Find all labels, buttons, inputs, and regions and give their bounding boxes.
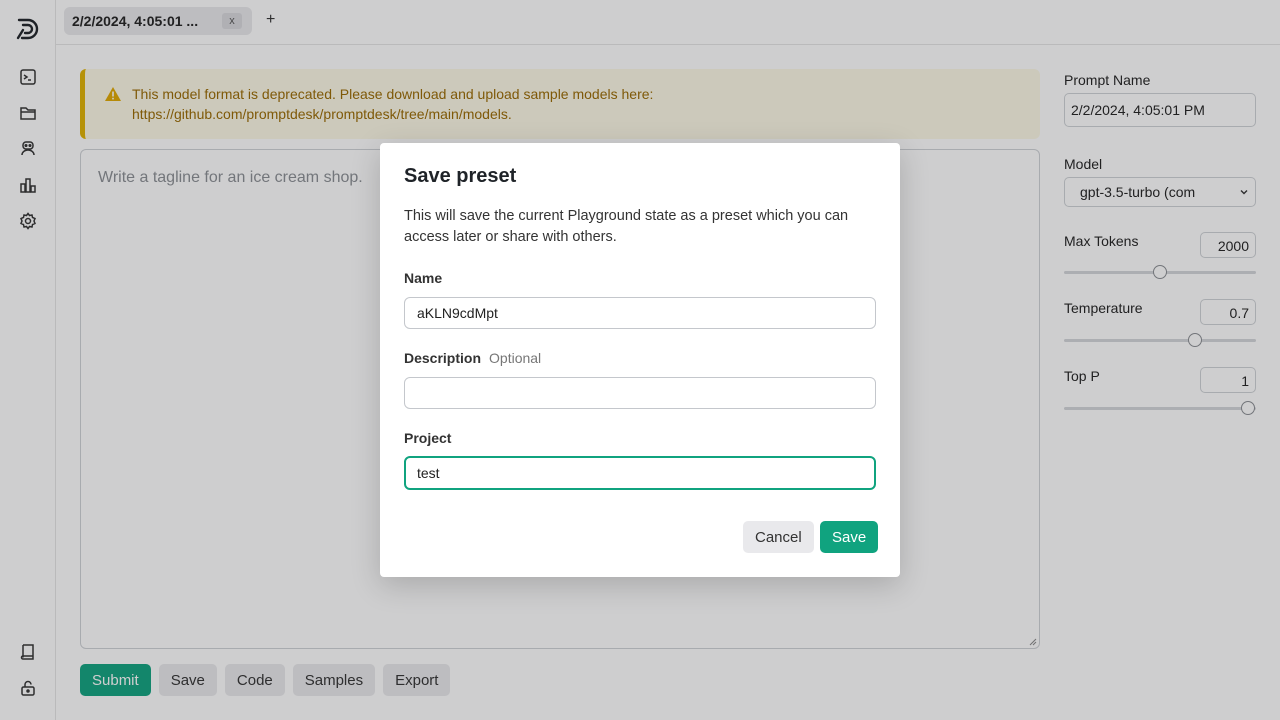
save-preset-dialog: Save preset This will save the current P… — [380, 143, 900, 577]
project-input[interactable]: test — [404, 456, 876, 490]
description-input[interactable] — [404, 377, 876, 409]
name-label: Name — [404, 270, 443, 286]
project-label: Project — [404, 430, 452, 446]
dialog-save-button[interactable]: Save — [820, 521, 879, 553]
name-input[interactable]: aKLN9cdMpt — [404, 297, 876, 329]
optional-hint: Optional — [489, 350, 542, 366]
description-label-text: Description — [404, 350, 482, 366]
cancel-button[interactable]: Cancel — [743, 521, 814, 553]
dialog-description: This will save the current Playground st… — [404, 208, 849, 245]
dialog-title: Save preset — [404, 165, 517, 187]
description-label: Description Optional — [404, 350, 541, 366]
